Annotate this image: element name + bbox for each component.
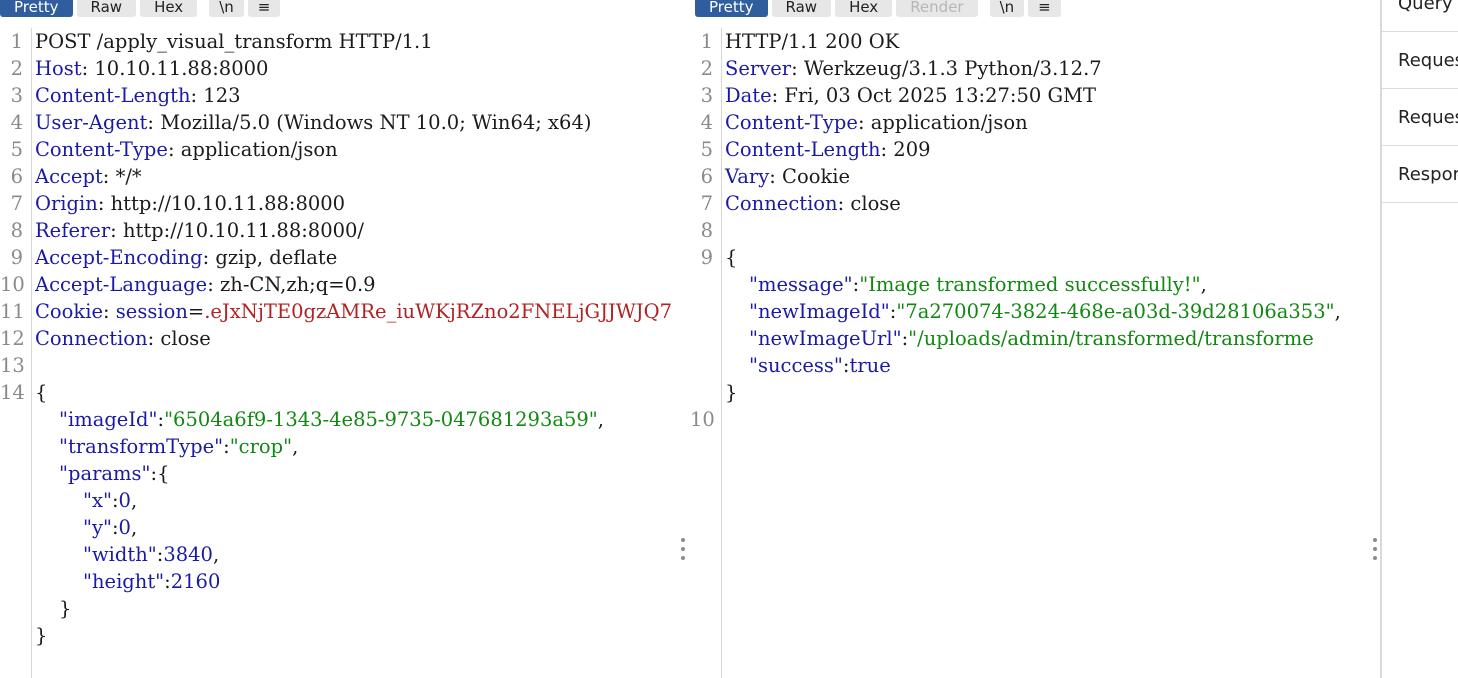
request-line-5: 5 Content-Type: application/json bbox=[10, 138, 338, 161]
header-name: Content-Length bbox=[725, 138, 881, 161]
inspector-panel: Query p Reques Reques Respor bbox=[1380, 0, 1458, 678]
request-line-13: 13 bbox=[0, 354, 25, 377]
request-line-7: 7 Origin: http://10.10.11.88:8000 bbox=[10, 192, 346, 215]
response-line-9: 9 { bbox=[700, 246, 738, 269]
header-name: Content-Type bbox=[35, 138, 168, 161]
header-value: Fri, 03 Oct 2025 13:27:50 GMT bbox=[784, 84, 1097, 107]
header-value: Cookie bbox=[782, 165, 851, 188]
response-tab-raw[interactable]: Raw bbox=[771, 0, 832, 17]
json-line: } bbox=[35, 624, 48, 647]
header-name: Vary bbox=[725, 165, 770, 188]
header-name: Connection bbox=[725, 192, 838, 215]
response-view-tabs: Pretty Raw Hex Render \n ≡ bbox=[695, 0, 1065, 18]
response-line-7: 7 Connection: close bbox=[700, 192, 901, 215]
json-line: "y":0, bbox=[83, 516, 138, 539]
response-menu-icon[interactable]: ≡ bbox=[1028, 0, 1061, 17]
request-tab-hex[interactable]: Hex bbox=[140, 0, 198, 17]
request-line-12: 12 Connection: close bbox=[0, 327, 211, 350]
response-line-6: 6 Vary: Cookie bbox=[700, 165, 851, 188]
header-name: User-Agent bbox=[35, 111, 148, 134]
request-line-9: 9 Accept-Encoding: gzip, deflate bbox=[10, 246, 338, 269]
header-name: Accept-Language bbox=[35, 273, 208, 296]
response-line-10: 10 bbox=[690, 408, 715, 431]
response-line-3: 3 Date: Fri, 03 Oct 2025 13:27:50 GMT bbox=[700, 84, 1097, 107]
request-view-tabs: Pretty Raw Hex \n ≡ bbox=[0, 0, 284, 18]
header-value: 123 bbox=[203, 84, 241, 107]
request-line-6: 6 Accept: */* bbox=[10, 165, 142, 188]
request-line-4: 4 User-Agent: Mozilla/5.0 (Windows NT 10… bbox=[10, 111, 592, 134]
request-menu-icon[interactable]: ≡ bbox=[247, 0, 281, 17]
header-value: 209 bbox=[893, 138, 931, 161]
response-tab-render[interactable]: Render bbox=[896, 0, 978, 17]
json-line: "newImageId":"7a270074-3824-468e-a03d-39… bbox=[749, 300, 1341, 323]
json-line: "x":0, bbox=[83, 489, 138, 512]
response-line-5: 5 Content-Length: 209 bbox=[700, 138, 931, 161]
request-newline-toggle-icon[interactable]: \n bbox=[209, 0, 244, 17]
request-tab-pretty[interactable]: Pretty bbox=[0, 0, 73, 17]
header-value: close bbox=[850, 192, 901, 215]
json-line: "width":3840, bbox=[83, 543, 220, 566]
header-value: Mozilla/5.0 (Windows NT 10.0; Win64; x64… bbox=[160, 111, 592, 134]
header-name: Connection bbox=[35, 327, 148, 350]
header-name: Host bbox=[35, 57, 82, 80]
header-name: Accept-Encoding bbox=[35, 246, 203, 269]
inspector-query-params[interactable]: Query p bbox=[1382, 0, 1458, 32]
header-name: Origin bbox=[35, 192, 98, 215]
inspector-request-headers[interactable]: Reques bbox=[1382, 89, 1458, 146]
request-line-10: 10 Accept-Language: zh-CN,zh;q=0.9 bbox=[0, 273, 376, 296]
header-value: 10.10.11.88:8000 bbox=[94, 57, 269, 80]
cookie-name: session bbox=[115, 300, 188, 323]
inspector-request-attributes[interactable]: Reques bbox=[1382, 32, 1458, 89]
response-line-2: 2 Server: Werkzeug/3.1.3 Python/3.12.7 bbox=[700, 57, 1102, 80]
header-value: Werkzeug/3.1.3 Python/3.12.7 bbox=[803, 57, 1102, 80]
inspector-response-headers[interactable]: Respor bbox=[1382, 146, 1458, 203]
header-value: gzip, deflate bbox=[215, 246, 338, 269]
header-value: http://10.10.11.88:8000 bbox=[110, 192, 346, 215]
request-line-11: 11 Cookie: session=.eJxNjTE0gzAMRe_iuWKj… bbox=[0, 300, 672, 323]
status-line: HTTP/1.1 200 OK bbox=[725, 30, 900, 53]
response-editor[interactable]: 1 HTTP/1.1 200 OK 2 Server: Werkzeug/3.1… bbox=[690, 28, 1372, 678]
header-name: Cookie bbox=[35, 300, 103, 323]
request-line: POST /apply_visual_transform HTTP/1.1 bbox=[35, 30, 433, 53]
header-name: Referer bbox=[35, 219, 111, 242]
header-value: zh-CN,zh;q=0.9 bbox=[219, 273, 376, 296]
json-line: } bbox=[725, 381, 738, 404]
response-line-1: 1 HTTP/1.1 200 OK bbox=[690, 28, 1372, 55]
header-value: application/json bbox=[180, 138, 338, 161]
header-name: Server bbox=[725, 57, 792, 80]
json-line: "height":2160 bbox=[83, 570, 221, 593]
response-line-8: 8 bbox=[700, 219, 713, 242]
response-tab-pretty[interactable]: Pretty bbox=[695, 0, 768, 17]
request-editor[interactable]: 1 POST /apply_visual_transform HTTP/1.1 … bbox=[0, 28, 680, 678]
request-line-8: 8 Referer: http://10.10.11.88:8000/ bbox=[10, 219, 364, 242]
request-line-1: 1 POST /apply_visual_transform HTTP/1.1 bbox=[0, 28, 680, 55]
response-line-4: 4 Content-Type: application/json bbox=[700, 111, 1028, 134]
header-name: Content-Type bbox=[725, 111, 858, 134]
response-newline-toggle-icon[interactable]: \n bbox=[989, 0, 1025, 17]
header-name: Accept bbox=[35, 165, 103, 188]
json-line: "newImageUrl":"/uploads/admin/transforme… bbox=[749, 327, 1314, 350]
json-line: "transformType":"crop", bbox=[59, 435, 299, 458]
header-value: close bbox=[160, 327, 211, 350]
header-value: http://10.10.11.88:8000/ bbox=[122, 219, 364, 242]
request-tab-raw[interactable]: Raw bbox=[76, 0, 137, 17]
request-line-14: 14 { bbox=[0, 381, 48, 404]
request-pane-resize-handle[interactable] bbox=[680, 538, 686, 560]
request-line-3: 3 Content-Length: 123 bbox=[10, 84, 241, 107]
response-pane-resize-handle[interactable] bbox=[1372, 538, 1378, 560]
response-tab-hex[interactable]: Hex bbox=[835, 0, 893, 17]
json-line: } bbox=[59, 597, 72, 620]
request-line-2: 2 Host: 10.10.11.88:8000 bbox=[10, 57, 269, 80]
header-name: Date bbox=[725, 84, 772, 107]
json-line: "imageId":"6504a6f9-1343-4e85-9735-04768… bbox=[59, 408, 604, 431]
header-value: */* bbox=[115, 165, 142, 188]
json-line: "message":"Image transformed successfull… bbox=[749, 273, 1207, 296]
json-line: "success":true bbox=[749, 354, 891, 377]
header-name: Content-Length bbox=[35, 84, 191, 107]
header-value: application/json bbox=[870, 111, 1028, 134]
json-line: "params":{ bbox=[59, 462, 170, 485]
cookie-value: .eJxNjTE0gzAMRe_iuWKjRZno2FNELjGJJWJQ7 bbox=[204, 300, 672, 323]
